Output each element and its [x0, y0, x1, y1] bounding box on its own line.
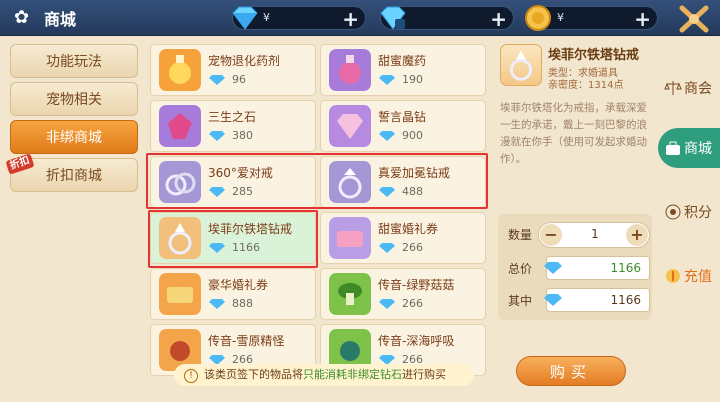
category-discount-label: 折扣商城 — [46, 168, 102, 184]
diamond-icon — [544, 262, 562, 274]
item-name: 甜蜜魔药 — [378, 54, 427, 68]
eiffel-ring-icon — [500, 44, 542, 86]
annotation-box-rings — [146, 153, 488, 209]
increase-button[interactable]: + — [626, 224, 648, 246]
recharge-icon — [666, 269, 680, 283]
warning-icon: ! — [184, 369, 198, 383]
item-name: 传音-深海呼吸 — [378, 334, 455, 348]
item-name: 豪华婚礼券 — [208, 278, 269, 292]
item-name: 三生之石 — [208, 110, 257, 124]
diamond-icon — [544, 294, 562, 306]
item-price: 190 — [378, 73, 423, 86]
annotation-box-selected — [148, 210, 318, 268]
item-price: 888 — [208, 297, 253, 310]
magic-potion-icon — [329, 49, 371, 91]
item-name: 誓言晶钻 — [378, 110, 427, 124]
tab-chamber[interactable]: 商会 — [658, 68, 720, 108]
item-name: 甜蜜婚礼券 — [378, 222, 439, 236]
item-card[interactable]: 甜蜜魔药 190 — [320, 44, 486, 96]
unbound-price: 1166 — [544, 288, 650, 312]
bound-diamond-balance: + — [380, 6, 514, 30]
total-label: 总价 — [508, 262, 533, 276]
total-price: 1166 — [544, 256, 650, 280]
diamond-icon — [379, 242, 395, 253]
add-bound-diamond-button[interactable]: + — [490, 9, 507, 29]
potion-icon — [159, 49, 201, 91]
luxury-ticket-icon — [159, 273, 201, 315]
diamond-icon — [209, 74, 225, 85]
item-price: 900 — [378, 129, 423, 142]
points-icon — [665, 204, 681, 220]
diamond-icon — [379, 130, 395, 141]
item-card[interactable]: 誓言晶钻 900 — [320, 100, 486, 152]
mall-icon: ✿ — [14, 7, 30, 28]
item-card[interactable]: 传音-绿野菇菇 266 — [320, 268, 486, 320]
qty-label: 数量 — [508, 228, 533, 242]
gold-balance: ¥ + — [525, 5, 658, 31]
item-price: 266 — [378, 241, 423, 254]
item-card[interactable]: 豪华婚礼券 888 — [150, 268, 316, 320]
item-detail: 埃菲尔铁塔钻戒 类型：求婚道具 亲密度：1314点 埃菲尔铁塔化为戒指，承载深爱… — [494, 36, 658, 402]
purchase-notice: ! 该类页签下的物品将只能消耗非绑定钻石进行购买 — [174, 364, 474, 386]
scales-icon — [664, 81, 682, 95]
diamond-icon — [232, 6, 258, 30]
bound-diamond-icon — [380, 6, 406, 30]
diamond-icon — [209, 298, 225, 309]
item-name: 宠物退化药剂 — [208, 54, 281, 68]
item-card[interactable]: 甜蜜婚礼券 266 — [320, 212, 486, 264]
item-name: 传音-绿野菇菇 — [378, 278, 455, 292]
tab-mall[interactable]: 商城 — [658, 128, 720, 168]
diamond-balance: ¥ + — [232, 6, 366, 30]
gold-amount: ¥ — [557, 11, 565, 24]
diamond-icon — [379, 298, 395, 309]
close-icon[interactable] — [674, 2, 714, 36]
item-card[interactable]: 三生之石 380 — [150, 100, 316, 152]
diamond-icon — [379, 74, 395, 85]
item-price: 380 — [208, 129, 253, 142]
mushroom-icon — [329, 273, 371, 315]
category-unbound-shop[interactable]: 非绑商城 — [10, 120, 138, 154]
shop-icon — [666, 141, 680, 155]
category-functions[interactable]: 功能玩法 — [10, 44, 138, 78]
quantity-value[interactable]: 1 — [565, 227, 625, 241]
discount-badge: 折扣 — [5, 153, 35, 175]
gold-coin-icon — [525, 5, 551, 31]
of-label: 其中 — [508, 294, 533, 308]
tab-points[interactable]: 积分 — [658, 192, 720, 232]
category-pets[interactable]: 宠物相关 — [10, 82, 138, 116]
title-text: 商城 — [44, 10, 77, 29]
item-price: 96 — [208, 73, 246, 86]
detail-name: 埃菲尔铁塔钻戒 — [548, 48, 640, 63]
quantity-stepper: − 1 + — [538, 222, 650, 248]
top-bar: ✿ 商城 ¥ + + ¥ + — [0, 0, 720, 36]
buy-button[interactable]: 购买 — [516, 356, 626, 386]
add-diamond-button[interactable]: + — [342, 9, 359, 29]
decrease-button[interactable]: − — [540, 224, 562, 246]
detail-intimacy: 亲密度：1314点 — [548, 80, 624, 91]
item-name: 传音-雪原精怪 — [208, 334, 285, 348]
category-list: 功能玩法 宠物相关 非绑商城 折扣 折扣商城 — [5, 44, 140, 230]
item-card[interactable]: 宠物退化药剂 96 — [150, 44, 316, 96]
item-price: 266 — [378, 297, 423, 310]
add-gold-button[interactable]: + — [634, 9, 651, 29]
tab-recharge[interactable]: 充值 — [658, 256, 720, 296]
crystal-diamond-icon — [329, 105, 371, 147]
diamond-amount: ¥ — [263, 11, 271, 24]
window-title: ✿ 商城 — [14, 6, 76, 30]
purchase-box: 数量 − 1 + 总价 1166 其中 1166 — [498, 214, 652, 320]
category-discount-shop[interactable]: 折扣 折扣商城 — [5, 153, 138, 192]
wedding-ticket-icon — [329, 217, 371, 259]
stone-icon — [159, 105, 201, 147]
detail-description: 埃菲尔铁塔化为戒指，承载深爱一生的承诺，戴上一刻巴黎的浪漫就在你手（使用可发起求… — [500, 102, 647, 165]
diamond-icon — [209, 130, 225, 141]
